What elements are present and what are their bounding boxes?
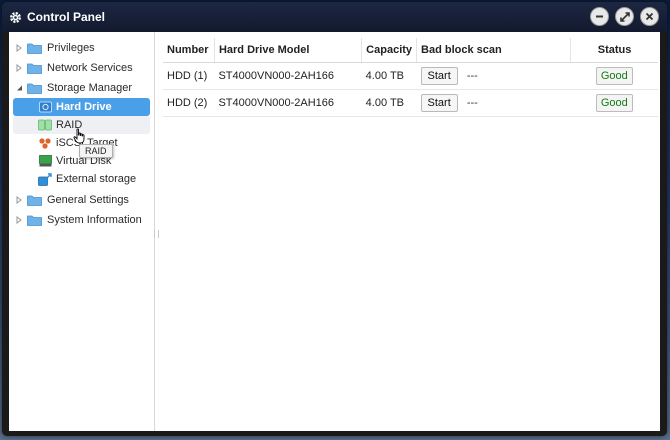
start-scan-button[interactable]: Start	[420, 67, 458, 85]
column-header-number[interactable]: Number	[163, 38, 215, 63]
external-storage-icon	[38, 172, 52, 186]
hard-drive-table: Number Hard Drive Model Capacity Bad blo…	[163, 38, 658, 117]
hand-cursor-icon	[73, 128, 85, 144]
cell-status: Good	[570, 62, 658, 90]
folder-icon	[27, 214, 42, 226]
scan-result: ---	[466, 70, 478, 82]
sidebar-item-label: General Settings	[47, 194, 129, 206]
sidebar-item-hard-drive[interactable]: Hard Drive	[13, 98, 150, 116]
cell-number: HDD (2)	[163, 89, 215, 117]
virtual-disk-icon	[38, 155, 52, 168]
status-badge: Good	[595, 94, 633, 112]
sidebar-item-label: External storage	[56, 173, 137, 185]
cell-bad-block-scan: Start ---	[416, 62, 571, 90]
column-header-capacity[interactable]: Capacity	[361, 38, 418, 63]
folder-icon	[27, 194, 42, 206]
cell-capacity: 4.00 TB	[361, 62, 417, 90]
start-scan-button[interactable]: Start	[420, 94, 458, 112]
cell-bad-block-scan: Start ---	[416, 89, 571, 117]
sidebar-item-network-services[interactable]: Network Services	[9, 58, 154, 78]
window-title: Control Panel	[27, 10, 106, 24]
iscsi-icon	[38, 137, 52, 150]
expand-arrow-icon[interactable]	[15, 43, 23, 53]
hard-drive-icon	[38, 101, 52, 114]
title-bar[interactable]: Control Panel	[2, 2, 667, 32]
sidebar-item-label: Hard Drive	[56, 101, 112, 113]
minimize-icon	[596, 15, 603, 18]
expand-arrow-icon[interactable]	[15, 63, 23, 73]
column-header-status[interactable]: Status	[570, 38, 658, 63]
sidebar-item-general-settings[interactable]: General Settings	[9, 190, 154, 210]
sidebar-item-label: Storage Manager	[47, 82, 132, 94]
sidebar-item-external-storage[interactable]: External storage	[13, 170, 150, 188]
collapse-arrow-icon[interactable]	[15, 83, 23, 93]
scan-result: ---	[466, 97, 478, 109]
cell-status: Good	[570, 89, 658, 117]
sidebar-item-label: System Information	[47, 214, 142, 226]
close-icon	[645, 12, 654, 21]
sidebar-tree: Privileges Network Services Storage Mana…	[9, 32, 159, 431]
folder-icon	[27, 42, 42, 54]
sidebar-item-privileges[interactable]: Privileges	[9, 38, 154, 58]
cell-model: ST4000VN000-2AH166	[214, 89, 362, 117]
gear-icon	[8, 10, 22, 24]
table-row[interactable]: HDD (1) ST4000VN000-2AH166 4.00 TB Start…	[163, 62, 658, 90]
column-header-model[interactable]: Hard Drive Model	[214, 38, 363, 63]
close-button[interactable]	[640, 7, 659, 26]
cell-number: HDD (1)	[163, 62, 215, 90]
window-content: Privileges Network Services Storage Mana…	[9, 32, 660, 431]
raid-icon	[38, 119, 52, 132]
minimize-button[interactable]	[590, 7, 609, 26]
expand-icon	[619, 11, 630, 22]
maximize-button[interactable]	[615, 7, 634, 26]
column-header-bad-block-scan[interactable]: Bad block scan	[416, 38, 572, 63]
sidebar-item-label: Privileges	[47, 42, 95, 54]
sidebar-item-system-information[interactable]: System Information	[9, 210, 154, 230]
cell-capacity: 4.00 TB	[361, 89, 417, 117]
table-header-row: Number Hard Drive Model Capacity Bad blo…	[163, 38, 658, 63]
tooltip: RAID	[79, 144, 113, 158]
expand-arrow-icon[interactable]	[15, 195, 23, 205]
sidebar-item-label: Network Services	[47, 62, 133, 74]
sidebar-item-storage-manager[interactable]: Storage Manager	[9, 78, 154, 98]
control-panel-window: Control Panel Privileges Network Service…	[2, 2, 667, 436]
folder-icon	[27, 82, 42, 94]
cell-model: ST4000VN000-2AH166	[214, 62, 362, 90]
expand-arrow-icon[interactable]	[15, 215, 23, 225]
main-panel: Number Hard Drive Model Capacity Bad blo…	[155, 32, 660, 431]
status-badge: Good	[595, 67, 633, 85]
table-row[interactable]: HDD (2) ST4000VN000-2AH166 4.00 TB Start…	[163, 89, 658, 117]
folder-icon	[27, 62, 42, 74]
